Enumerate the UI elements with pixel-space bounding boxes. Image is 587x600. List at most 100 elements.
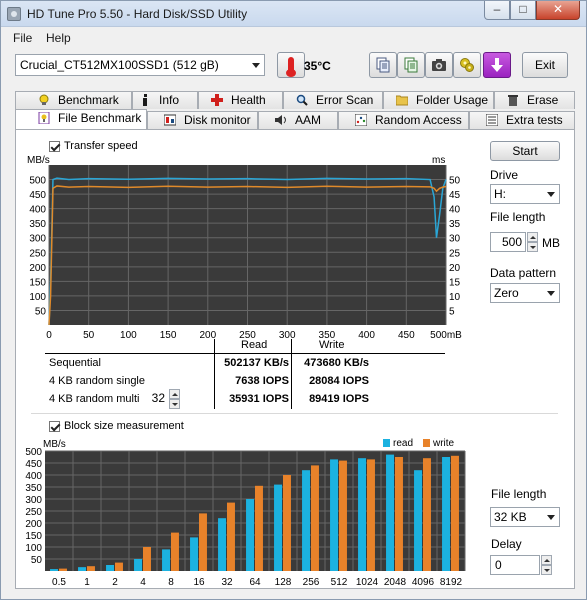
bar-write <box>339 460 347 571</box>
tab-folder-usage-label: Folder Usage <box>416 93 489 107</box>
tab-error-scan[interactable]: Error Scan <box>283 91 383 109</box>
drive-select[interactable]: Crucial_CT512MX100SSD1 (512 gB) <box>15 54 265 76</box>
bar-write <box>171 532 179 571</box>
results-col-read: Read <box>241 339 268 351</box>
bar-write <box>423 458 431 571</box>
tab-info[interactable]: Info <box>132 91 198 109</box>
tab-aam[interactable]: AAM <box>258 111 338 129</box>
block-y-tick-label: 450 <box>25 459 42 470</box>
health-cross-icon <box>211 94 223 106</box>
bar-write <box>87 566 95 571</box>
transfer-x-tick-label: 450 <box>398 330 415 339</box>
transfer-y2-tick-label: 15 <box>449 277 461 288</box>
bar-read <box>134 559 142 571</box>
result-read-sequential: 502137 KB/s <box>224 357 289 369</box>
tab-extra-tests[interactable]: Extra tests <box>469 111 575 129</box>
block-size-checkbox[interactable] <box>49 421 60 432</box>
tab-folder-usage[interactable]: Folder Usage <box>383 91 494 109</box>
file-length-up-button[interactable] <box>527 232 538 242</box>
tab-benchmark[interactable]: Benchmark <box>15 91 132 109</box>
bar-write <box>395 457 403 571</box>
result-label-random-single: 4 KB random single <box>49 375 145 387</box>
block-y-tick-label: 400 <box>25 471 42 482</box>
exit-button[interactable]: Exit <box>522 52 568 78</box>
start-button[interactable]: Start <box>490 141 560 161</box>
tab-file-benchmark[interactable]: File Benchmark <box>15 109 147 129</box>
transfer-speed-chart: 5004504003503002502001501005050454035302… <box>27 155 462 339</box>
drive-letter-select[interactable]: H: <box>490 184 560 204</box>
minimize-button[interactable]: – <box>484 1 510 20</box>
menu-bar: File Help <box>1 28 586 48</box>
temperature-button[interactable] <box>277 52 305 78</box>
block-y-tick-label: 500 <box>25 447 42 458</box>
bar-write <box>143 547 151 571</box>
tab-benchmark-label: Benchmark <box>58 93 119 107</box>
toolbar: Crucial_CT512MX100SSD1 (512 gB) 35°C Exi… <box>1 51 586 85</box>
transfer-x-tick-label: 200 <box>199 330 216 339</box>
results-divider-v2 <box>291 339 292 409</box>
file-length-unit: MB <box>542 236 560 250</box>
block-y-unit: MB/s <box>43 439 66 450</box>
transfer-speed-checkbox[interactable] <box>49 141 60 152</box>
transfer-y2-tick-label: 5 <box>449 306 455 317</box>
transfer-x-tick-label: 250 <box>239 330 256 339</box>
save-button[interactable] <box>483 52 511 78</box>
delay-label: Delay <box>491 537 522 551</box>
delay-up-button[interactable] <box>541 555 552 565</box>
section-separator <box>31 413 558 414</box>
menu-help[interactable]: Help <box>46 31 71 45</box>
bar-write <box>115 562 123 571</box>
bar-read <box>78 567 86 571</box>
queue-depth-input[interactable]: 32 <box>148 389 168 409</box>
options-icon <box>460 58 474 72</box>
close-button[interactable]: ✕ <box>536 1 580 20</box>
transfer-x-tick-label: 500mB <box>430 330 462 339</box>
delay-input[interactable]: 0 <box>490 555 540 575</box>
queue-down-button[interactable] <box>169 399 180 409</box>
bar-write <box>255 485 263 571</box>
bar-read <box>106 565 114 571</box>
block-y-tick-label: 350 <box>25 483 42 494</box>
drive-select-value: Crucial_CT512MX100SSD1 (512 gB) <box>20 58 219 72</box>
transfer-y-tick-label: 350 <box>29 219 46 230</box>
transfer-y-unit: MB/s <box>27 155 50 166</box>
block-size-label: Block size measurement <box>64 420 184 432</box>
transfer-x-tick-label: 0 <box>46 330 52 339</box>
save-download-icon <box>491 58 503 72</box>
result-write-random-multi: 89419 IOPS <box>309 393 369 405</box>
tab-random-access-label: Random Access <box>375 113 462 127</box>
copy-text-button[interactable] <box>369 52 397 78</box>
options-button[interactable] <box>453 52 481 78</box>
transfer-x-tick-label: 350 <box>319 330 336 339</box>
maximize-button[interactable]: □ <box>510 1 536 20</box>
data-pattern-select[interactable]: Zero <box>490 283 560 303</box>
results-divider-h <box>45 353 445 354</box>
menu-file[interactable]: File <box>13 31 32 45</box>
magnifier-icon <box>296 94 308 106</box>
bar-write <box>311 465 319 571</box>
transfer-y2-tick-label: 20 <box>449 263 461 274</box>
block-x-tick-label: 16 <box>193 577 205 588</box>
block-x-tick-label: 32 <box>221 577 233 588</box>
block-file-length-select[interactable]: 32 KB <box>490 507 560 527</box>
block-x-tick-label: 8192 <box>440 577 463 588</box>
block-x-tick-label: 4096 <box>412 577 435 588</box>
transfer-y2-tick-label: 30 <box>449 234 461 245</box>
tab-health[interactable]: Health <box>198 91 283 109</box>
queue-up-button[interactable] <box>169 389 180 399</box>
bar-read <box>218 518 226 571</box>
copy-info-button[interactable] <box>397 52 425 78</box>
file-length-down-button[interactable] <box>527 242 538 252</box>
legend-read-label: read <box>393 438 413 449</box>
tab-random-access[interactable]: Random Access <box>338 111 469 129</box>
file-length-input[interactable]: 500 <box>490 232 526 252</box>
file-benchmark-icon <box>38 112 50 124</box>
screenshot-button[interactable] <box>425 52 453 78</box>
bar-read <box>386 454 394 571</box>
bar-read <box>442 457 450 571</box>
block-y-tick-label: 100 <box>25 543 42 554</box>
tab-erase[interactable]: Erase <box>494 91 575 109</box>
tab-disk-monitor[interactable]: Disk monitor <box>147 111 258 129</box>
delay-down-button[interactable] <box>541 565 552 575</box>
tab-health-label: Health <box>231 93 266 107</box>
